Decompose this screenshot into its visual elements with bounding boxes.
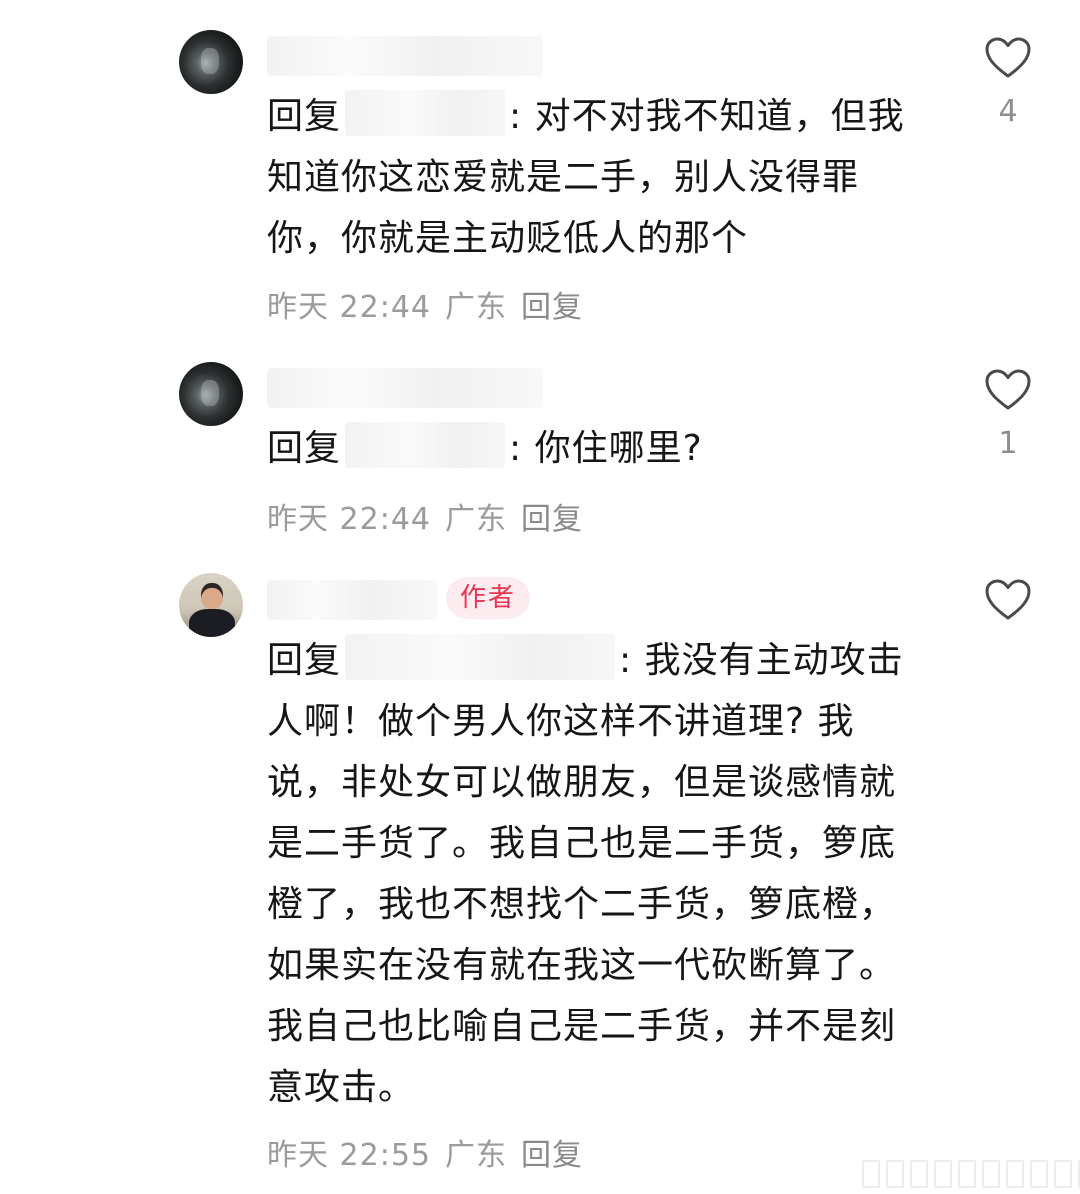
mention-redacted[interactable] — [345, 422, 506, 468]
comment-location: 广东 — [445, 502, 507, 537]
watermark-block — [910, 1160, 928, 1188]
watermark-block — [886, 1160, 904, 1188]
watermark-block — [1006, 1160, 1024, 1188]
like-count: 1 — [998, 426, 1018, 461]
heart-outline-icon — [985, 369, 1031, 410]
like-button[interactable] — [983, 578, 1033, 636]
avatar[interactable] — [179, 30, 243, 94]
reply-button[interactable]: 回复 — [521, 1138, 583, 1173]
comment-body: : 你住哪里? — [509, 428, 703, 469]
watermark-block — [1030, 1160, 1048, 1188]
avatar-body — [189, 609, 235, 637]
comment-meta: 昨天 22:44 广东 回复 — [267, 282, 597, 326]
avatar[interactable] — [179, 573, 243, 637]
like-button[interactable]: 1 — [983, 368, 1033, 461]
watermark-block — [1054, 1160, 1072, 1188]
watermark-block — [982, 1160, 1000, 1188]
author-badge: 作者 — [446, 577, 531, 619]
comment-location: 广东 — [445, 1138, 507, 1173]
comment-time: 昨天 22:44 — [267, 502, 431, 537]
username-redacted[interactable] — [267, 36, 543, 76]
watermark-block — [862, 1160, 880, 1188]
like-button[interactable]: 4 — [983, 36, 1033, 129]
heart-outline-icon — [985, 37, 1031, 78]
comment-text: 回复 : 你住哪里? — [267, 418, 907, 479]
comment-location: 广东 — [445, 290, 507, 325]
watermark-block — [934, 1160, 952, 1188]
like-count: 4 — [998, 94, 1018, 129]
mention-redacted[interactable] — [345, 634, 616, 680]
comment-text: 回复: 对不对我不知道，但我知道你这恋爱就是二手，别人没得罪你，你就是主动贬低人… — [267, 86, 907, 269]
reply-prefix: 回复 — [267, 428, 342, 469]
username-redacted[interactable] — [267, 368, 543, 408]
watermark-bar — [862, 1160, 1080, 1188]
comment-time: 昨天 22:55 — [267, 1138, 431, 1173]
reply-button[interactable]: 回复 — [521, 502, 583, 537]
reply-prefix: 回复 — [267, 96, 342, 137]
comment-text: 回复: 我没有主动攻击人啊！做个男人你这样不讲道理? 我说，非处女可以做朋友，但… — [267, 630, 907, 1118]
avatar-head — [201, 583, 223, 609]
reply-button[interactable]: 回复 — [521, 290, 583, 325]
comment-meta: 昨天 22:44 广东 回复 — [267, 494, 597, 538]
comment-body: : 我没有主动攻击人啊！做个男人你这样不讲道理? 我说，非处女可以做朋友，但是谈… — [267, 640, 904, 1108]
watermark-block — [958, 1160, 976, 1188]
avatar[interactable] — [179, 362, 243, 426]
mention-redacted[interactable] — [345, 90, 506, 136]
comment-time: 昨天 22:44 — [267, 290, 431, 325]
username-redacted[interactable] — [267, 580, 437, 620]
reply-prefix: 回复 — [267, 640, 342, 681]
heart-outline-icon — [985, 579, 1031, 620]
comment-meta: 昨天 22:55 广东 回复 — [267, 1130, 597, 1174]
